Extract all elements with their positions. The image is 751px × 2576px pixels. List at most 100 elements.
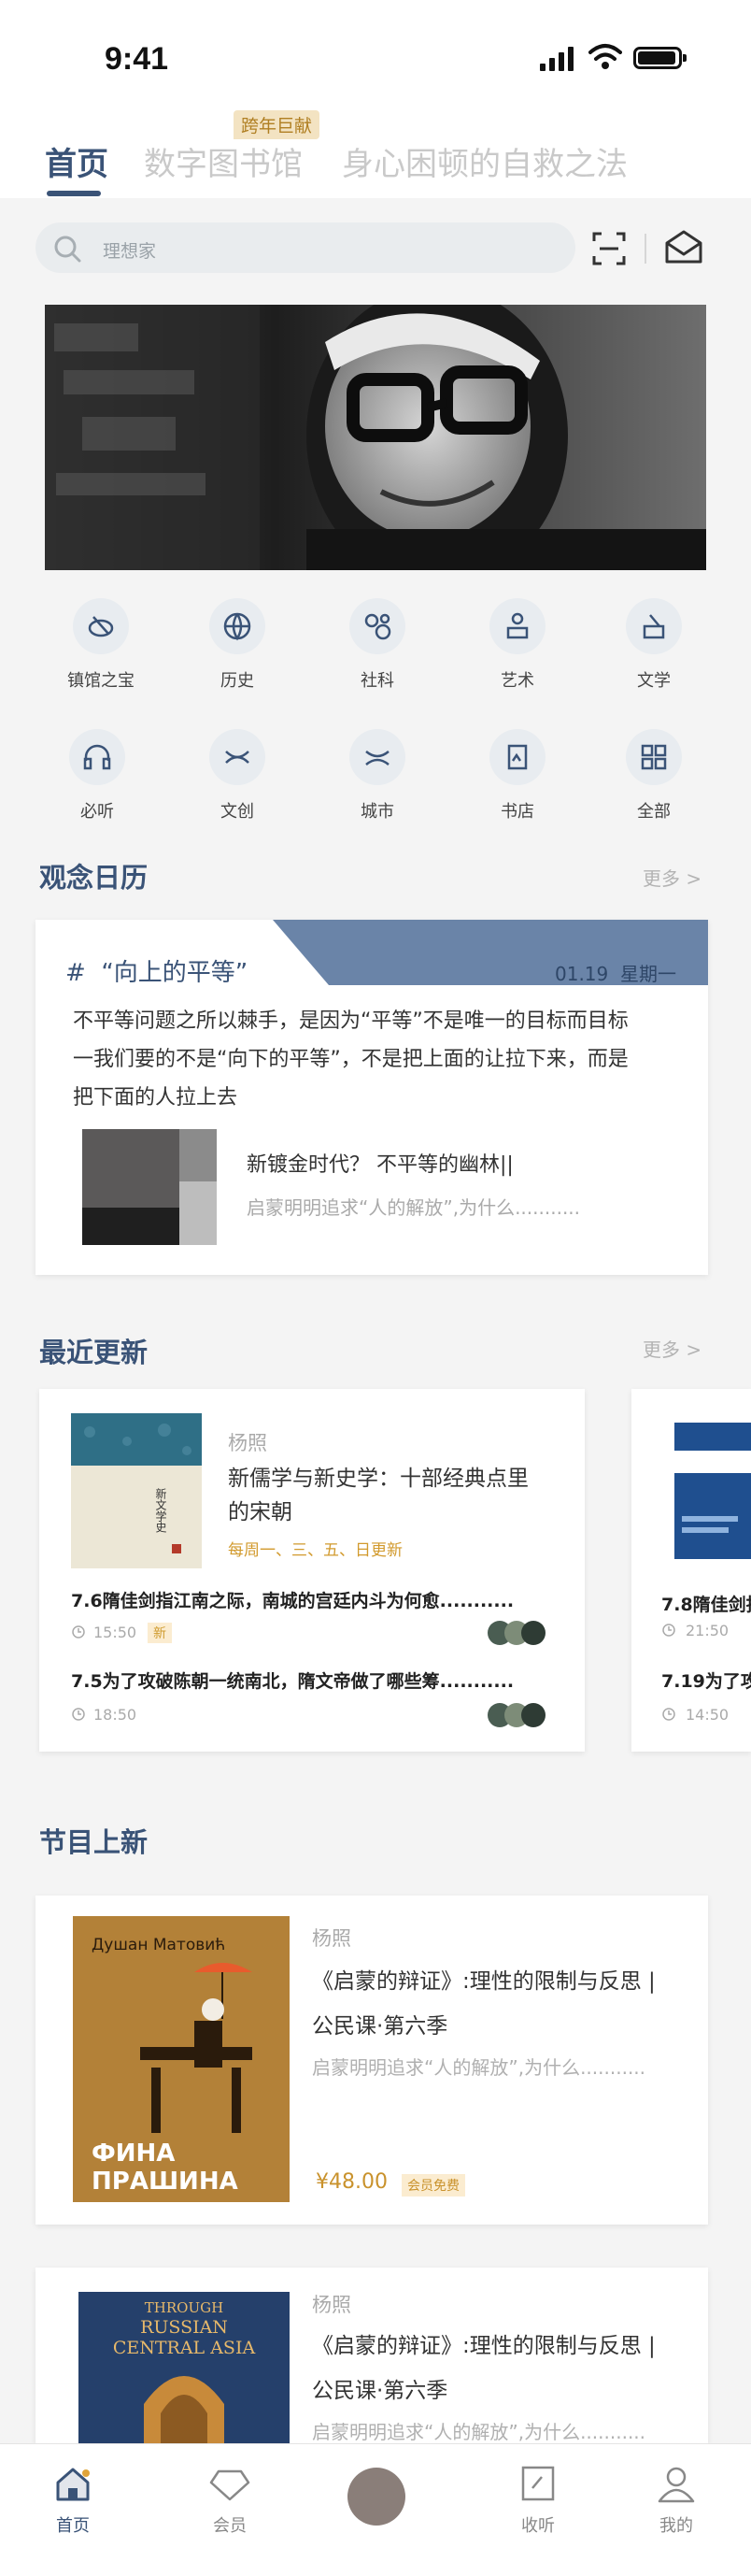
nav-member[interactable]: 会员	[183, 2466, 276, 2537]
program-subtitle: 启蒙明明追求“人的解放”,为什么...........	[312, 2056, 646, 2079]
episode-time: 21:50	[686, 1622, 730, 1639]
category-label: 社科	[361, 671, 394, 691]
category-must-listen[interactable]: 必听	[50, 729, 144, 823]
status-time: 9:41	[105, 41, 169, 77]
molecule-icon	[364, 613, 391, 640]
mail-icon[interactable]	[663, 228, 704, 265]
user-icon	[658, 2467, 695, 2503]
scan-icon[interactable]	[590, 230, 628, 267]
category-art[interactable]: 艺术	[471, 598, 564, 692]
svg-text:RUSSIAN: RUSSIAN	[140, 2317, 228, 2338]
calendar-article-subtitle: 启蒙明明追求“人的解放”,为什么...........	[247, 1196, 581, 1219]
book-icon	[507, 744, 528, 770]
program-cover-2: THROUGH RUSSIAN CENTRAL ASIA	[78, 2292, 290, 2443]
program-title-line2[interactable]: 公民课·第六季	[312, 2368, 447, 2413]
calendar-hash: #	[65, 959, 86, 987]
clock-icon	[662, 1708, 675, 1721]
nav-profile[interactable]: 我的	[630, 2466, 723, 2537]
episode-title[interactable]: 7.6隋佳剑指江南之际，南城的宫廷内斗为何愈...........	[71, 1587, 514, 1612]
episode-title[interactable]: 7.8隋佳剑指	[661, 1591, 751, 1616]
listener-avatars	[488, 1621, 546, 1645]
episode-title[interactable]: 7.19为了攻破	[661, 1667, 751, 1693]
update-author: 杨照	[228, 1432, 267, 1454]
update-card-2[interactable]: 7.8隋佳剑指 21:50 7.19为了攻破 14:50	[631, 1389, 751, 1752]
treasure-icon	[88, 616, 114, 637]
program-author: 杨照	[312, 1927, 351, 1950]
updates-section-title: 最近更新	[39, 1337, 149, 1368]
category-label: 城市	[361, 802, 394, 822]
globe-icon	[223, 612, 251, 641]
city-icon	[365, 751, 390, 766]
listener-avatars	[488, 1703, 546, 1727]
tab-home[interactable]: 首页	[45, 138, 108, 184]
category-label: 镇馆之宝	[67, 671, 135, 691]
category-bookstore[interactable]: 书店	[471, 729, 564, 823]
cover-author-text: Душан Матовић	[92, 1936, 225, 1954]
quill-icon	[643, 614, 665, 639]
calendar-title-text: “向上的平等”	[101, 959, 248, 987]
tab-badge: 跨年巨献	[234, 110, 320, 139]
program-card-2[interactable]: THROUGH RUSSIAN CENTRAL ASIA 杨照 《启蒙的辩证》:…	[35, 2268, 708, 2443]
diamond-icon	[209, 2469, 250, 2501]
program-price: ¥48.00	[316, 2170, 388, 2194]
tab-self-help[interactable]: 身心困顿的自救之法	[342, 138, 628, 184]
home-icon	[56, 2468, 90, 2501]
cover-title-text: ФИНА	[92, 2140, 175, 2168]
calendar-article-thumbnail	[82, 1129, 217, 1245]
category-social-science[interactable]: 社科	[331, 598, 424, 692]
signal-icon	[540, 47, 574, 71]
nav-label: 首页	[56, 2516, 90, 2536]
update-book-cover-2	[674, 1423, 751, 1559]
program-subtitle: 启蒙明明追求“人的解放”,为什么...........	[312, 2421, 646, 2443]
toolbar-divider	[645, 234, 646, 264]
member-free-badge: 会员免费	[402, 2174, 465, 2197]
category-treasure[interactable]: 镇馆之宝	[54, 598, 148, 692]
hero-banner[interactable]	[45, 305, 706, 570]
program-title-line2[interactable]: 公民课·第六季	[312, 2004, 447, 2049]
calendar-date-value: 01.19	[555, 963, 609, 985]
calendar-body-text: 不平等问题之所以棘手，是因为“平等”不是唯一的目标而目标一我们要的不是“向下的平…	[73, 1009, 629, 1109]
player-button[interactable]	[347, 2468, 405, 2526]
calendar-more-link[interactable]: 更多 >	[643, 864, 701, 891]
category-label: 文学	[637, 671, 671, 691]
category-label: 艺术	[501, 671, 534, 691]
nav-listen[interactable]: 收听	[491, 2466, 585, 2537]
episode-title[interactable]: 7.5为了攻破陈朝一统南北，隋文帝做了哪些筹...........	[71, 1667, 514, 1693]
category-history[interactable]: 历史	[191, 598, 284, 692]
nav-label: 会员	[213, 2516, 247, 2536]
nav-label: 收听	[521, 2516, 555, 2536]
update-title[interactable]: 新儒学与新史学：十部经典点里的宋朝	[228, 1462, 546, 1529]
program-author: 杨照	[312, 2294, 351, 2316]
banner-portrait-image	[45, 305, 706, 570]
fan-icon	[225, 751, 249, 764]
programs-section-title: 节目上新	[39, 1826, 149, 1858]
nav-home[interactable]: 首页	[26, 2466, 120, 2537]
episode-time: 14:50	[686, 1706, 730, 1724]
category-label: 必听	[80, 802, 114, 822]
updates-more-link[interactable]: 更多 >	[643, 1335, 701, 1362]
calendar-article-title[interactable]: 新镀金时代？ 不平等的幽林||	[247, 1148, 514, 1178]
program-title-line1[interactable]: 《启蒙的辩证》:理性的限制与反思 |	[312, 2324, 656, 2368]
category-literature[interactable]: 文学	[607, 598, 701, 692]
svg-text:CENTRAL ASIA: CENTRAL ASIA	[113, 2338, 256, 2358]
clock-icon	[72, 1625, 85, 1639]
category-label: 历史	[220, 671, 254, 691]
category-city[interactable]: 城市	[331, 729, 424, 823]
category-label: 书店	[501, 802, 534, 822]
cover-title-text-2: ПРАШИНА	[92, 2168, 238, 2196]
tab-underline	[47, 191, 101, 196]
calendar-section-title: 观念日历	[39, 862, 149, 894]
update-schedule: 每周一、三、五、日更新	[228, 1541, 403, 1560]
svg-text:THROUGH: THROUGH	[145, 2299, 223, 2316]
category-creative[interactable]: 文创	[191, 729, 284, 823]
nav-label: 我的	[659, 2516, 693, 2536]
category-all[interactable]: 全部	[607, 729, 701, 823]
tab-digital-library[interactable]: 数字图书馆	[144, 138, 303, 184]
listen-icon	[521, 2466, 555, 2501]
calendar-title: # “向上的平等”	[65, 953, 248, 988]
headphones-icon	[83, 744, 111, 770]
clock-icon	[72, 1708, 85, 1721]
svg-text:新文学史: 新文学史	[154, 1487, 167, 1533]
program-title-line1[interactable]: 《启蒙的辩证》:理性的限制与反思 |	[312, 1959, 656, 2004]
episode-time: 15:50	[93, 1624, 137, 1641]
